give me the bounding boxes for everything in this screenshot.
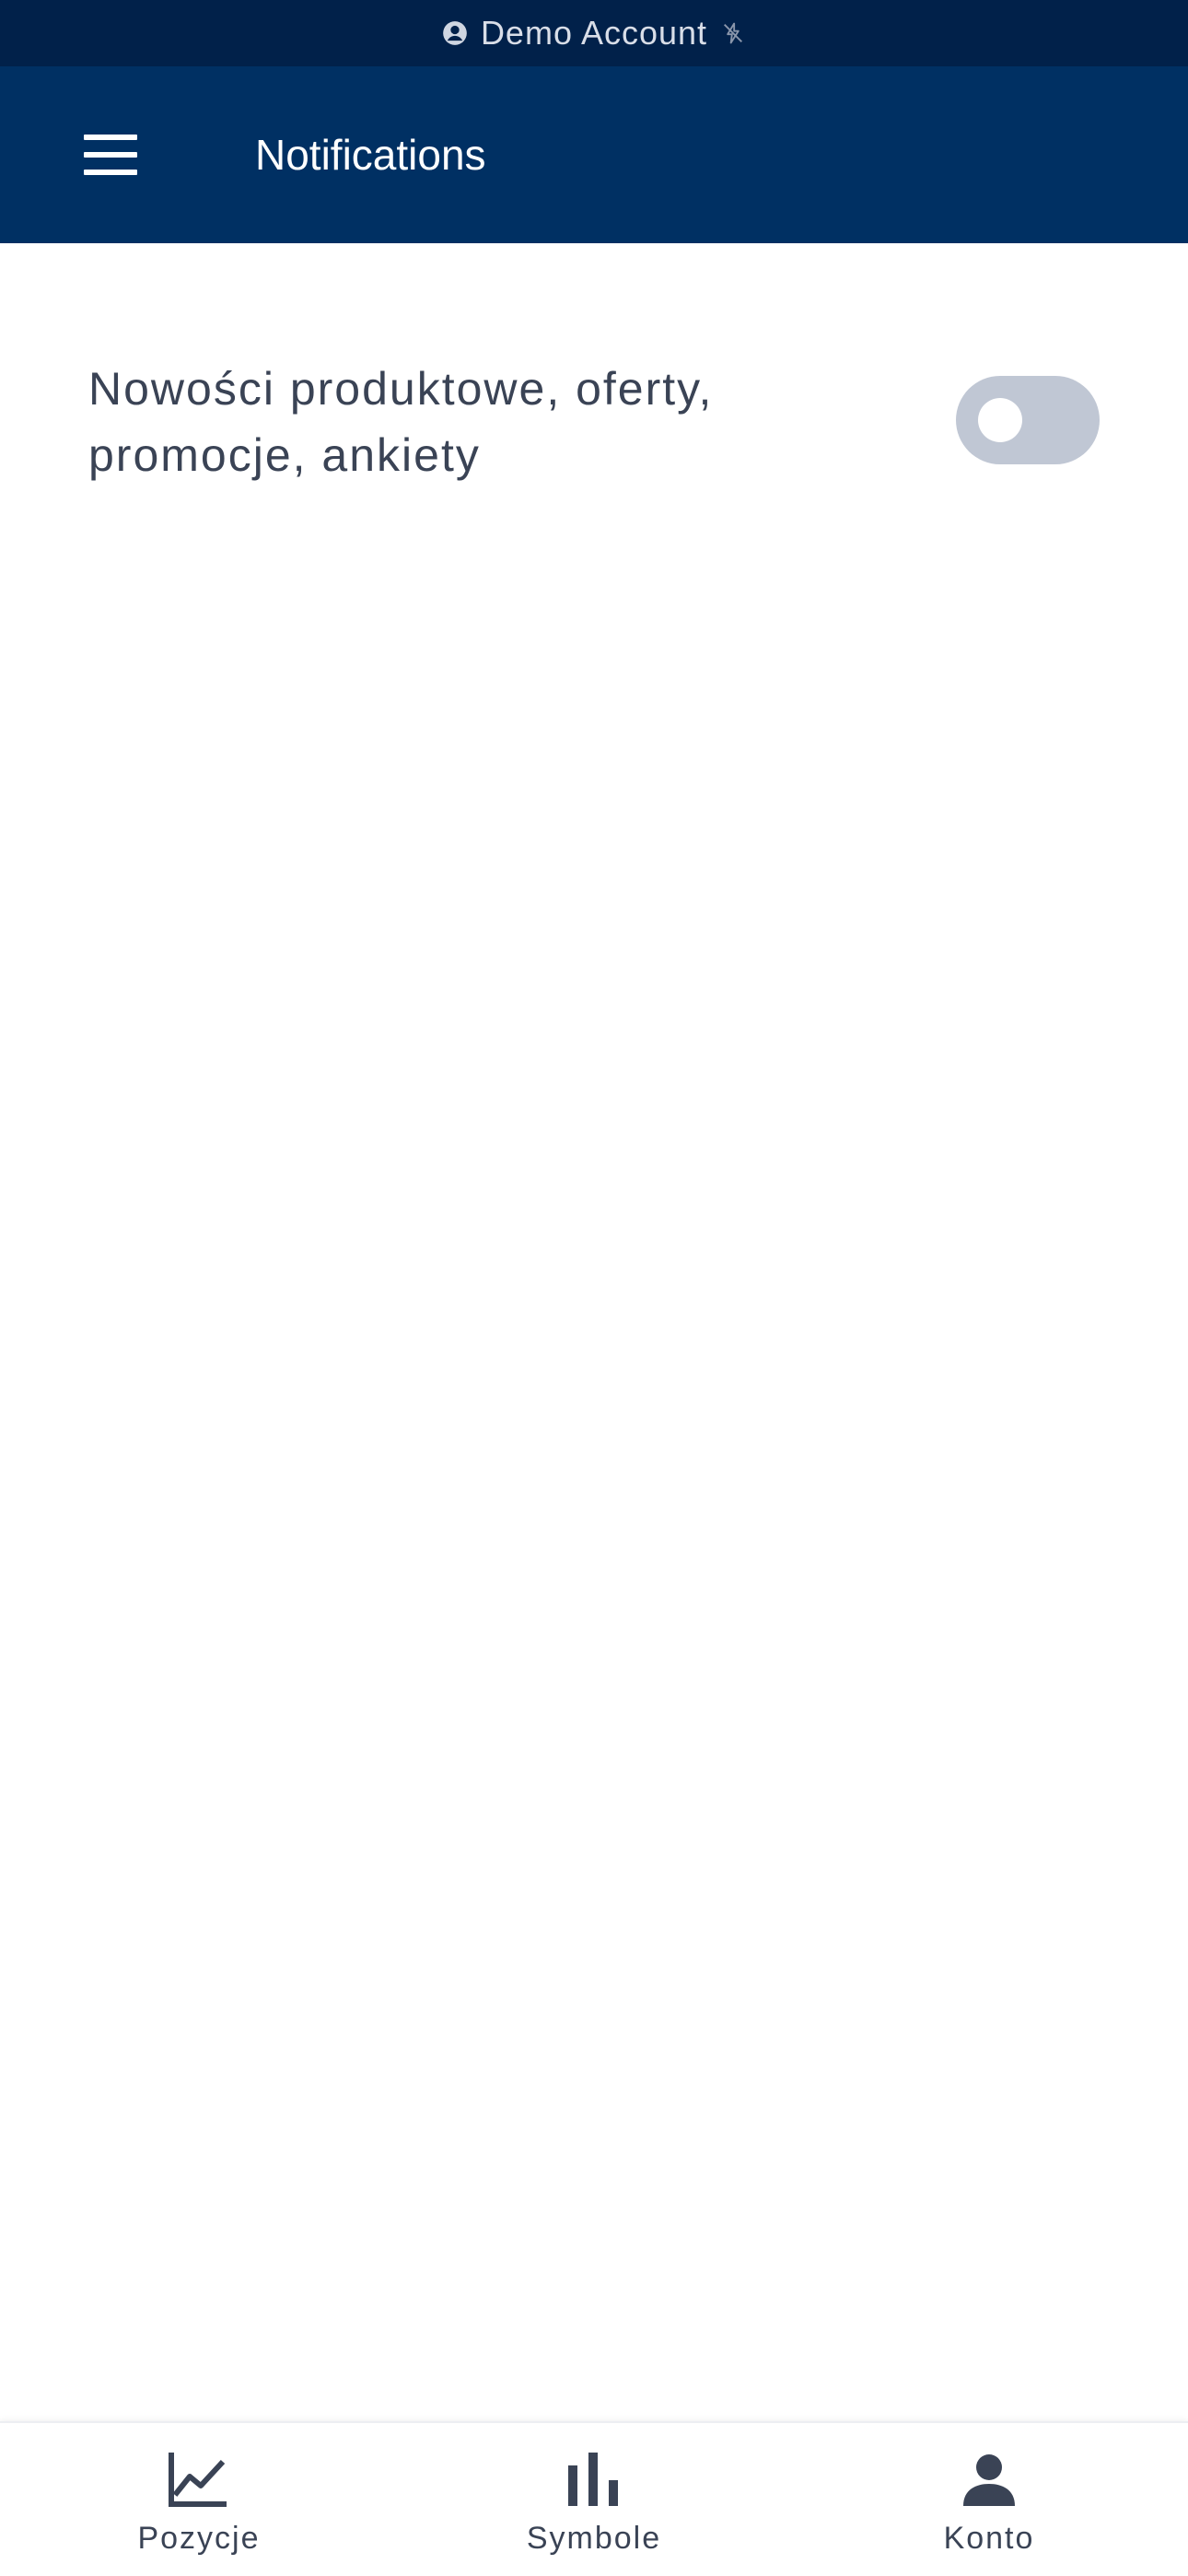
nav-item-symbole[interactable]: Symbole <box>456 2423 732 2576</box>
nav-label: Pozycje <box>137 2521 261 2556</box>
person-icon <box>963 2454 1015 2506</box>
nav-item-konto[interactable]: Konto <box>851 2423 1127 2576</box>
account-circle-icon <box>443 21 467 45</box>
bottom-navigation: Pozycje Symbole Konto <box>0 2421 1188 2576</box>
toggle-knob <box>978 398 1022 442</box>
line-chart-icon <box>169 2453 227 2507</box>
nav-label: Symbole <box>526 2521 662 2556</box>
notifications-screen: Demo Account Notifications Nowości produ… <box>0 0 1188 2576</box>
setting-label: Nowości produktowe, oferty, promocje, an… <box>88 363 714 481</box>
nav-label: Konto <box>943 2521 1035 2556</box>
account-mode-label: Demo Account <box>480 14 708 52</box>
nav-item-pozycje[interactable]: Pozycje <box>61 2423 337 2576</box>
menu-button[interactable] <box>64 109 157 201</box>
offline-bolt-icon <box>724 22 743 44</box>
bar-chart-icon <box>568 2453 618 2506</box>
page-title: Notifications <box>255 131 486 179</box>
app-bar: Notifications <box>0 66 1188 243</box>
account-status-strip: Demo Account <box>0 0 1188 66</box>
hamburger-menu-icon <box>84 135 137 175</box>
marketing-notifications-toggle[interactable] <box>956 376 1100 464</box>
setting-row-marketing: Nowości produktowe, oferty, promocje, an… <box>88 356 1100 494</box>
